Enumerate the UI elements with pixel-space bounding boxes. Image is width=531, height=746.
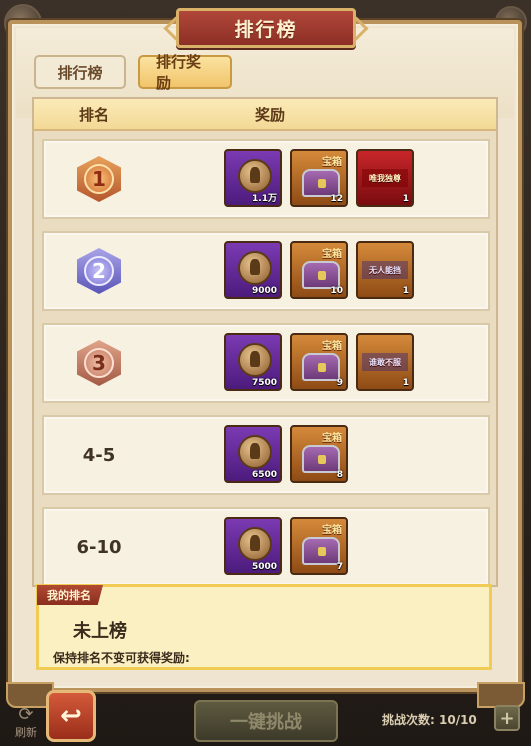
item-count: 7 (336, 562, 343, 572)
refresh-icon: ⟳ (18, 704, 34, 725)
tab-rank-rewards[interactable]: 排行奖励 (138, 53, 232, 92)
table-row: 6-10 5000 宝箱 7 (42, 507, 490, 585)
treasure-chest-icon (302, 537, 340, 565)
coin-reward-item[interactable]: 7500 (224, 333, 282, 391)
header-rank: 排名 (78, 105, 109, 124)
tab-leaderboard[interactable]: 排行榜 (34, 55, 126, 89)
item-count: 7500 (251, 378, 277, 388)
my-rank-hint: 保持排名不变可获得奖励: (53, 651, 190, 665)
coin-reward-item[interactable]: 5000 (224, 517, 282, 575)
reward-items: 6500 宝箱 8 (224, 425, 348, 483)
reward-rows: 1 1.1万 宝箱 12 唯我独尊 1 2 9000 宝箱 10 无人能挡 1 3 7500 宝箱 9 谁敢不服… (42, 139, 490, 585)
rank-cell: 1 (44, 152, 154, 206)
item-count: 1 (402, 286, 409, 296)
chest-label: 宝箱 (322, 157, 342, 168)
reward-items: 9000 宝箱 10 无人能挡 1 (224, 241, 414, 299)
helmet-coin-icon (238, 435, 272, 469)
title-badge: 无人能挡 (362, 261, 408, 279)
gold-medal-icon: 1 (76, 152, 122, 206)
chest-reward-item[interactable]: 宝箱 12 (290, 149, 348, 207)
item-count: 6500 (251, 470, 277, 480)
chest-reward-item[interactable]: 宝箱 8 (290, 425, 348, 483)
rank-number: 3 (84, 348, 114, 378)
helmet-coin-icon (238, 159, 272, 193)
add-attempts-button[interactable]: + (494, 705, 520, 731)
rank-range: 6-10 (76, 536, 122, 558)
rank-cell: 2 (44, 244, 154, 298)
table-row: 4-5 6500 宝箱 8 (42, 415, 490, 495)
silver-medal-icon: 2 (76, 244, 122, 298)
coin-reward-item[interactable]: 1.1万 (224, 149, 282, 207)
item-count: 1 (402, 194, 409, 204)
refresh-label: 刷新 (15, 726, 37, 739)
list-header: 排名 奖励 (34, 99, 496, 131)
my-rank-value: 未上榜 (73, 621, 127, 642)
table-row: 3 7500 宝箱 9 谁敢不服 1 (42, 323, 490, 403)
chest-label: 宝箱 (322, 249, 342, 260)
title-reward-item[interactable]: 谁敢不服 1 (356, 333, 414, 391)
page-title: 排行榜 (234, 18, 298, 41)
chest-reward-item[interactable]: 宝箱 9 (290, 333, 348, 391)
title-banner: 排行榜 (176, 8, 356, 48)
attempts-label: 挑战次数: (382, 713, 435, 727)
treasure-chest-icon (302, 353, 340, 381)
helmet-coin-icon (238, 343, 272, 377)
title-badge: 谁敢不服 (362, 353, 408, 371)
reward-items: 7500 宝箱 9 谁敢不服 1 (224, 333, 414, 391)
item-count: 9 (336, 378, 343, 388)
tab-bar: 排行榜 排行奖励 (34, 53, 232, 92)
reward-items: 1.1万 宝箱 12 唯我独尊 1 (224, 149, 414, 207)
title-reward-item[interactable]: 唯我独尊 1 (356, 149, 414, 207)
item-count: 1 (402, 378, 409, 388)
challenge-attempts: 挑战次数: 10/10 (382, 711, 477, 728)
coin-reward-item[interactable]: 9000 (224, 241, 282, 299)
treasure-chest-icon (302, 445, 340, 473)
bronze-medal-icon: 3 (76, 336, 122, 390)
item-count: 8 (336, 470, 343, 480)
rank-number: 1 (84, 164, 114, 194)
chest-reward-item[interactable]: 宝箱 10 (290, 241, 348, 299)
rank-cell: 3 (44, 336, 154, 390)
my-rank-box: 我的排名 未上榜 保持排名不变可获得奖励: (36, 584, 492, 670)
attempts-value: 10/10 (439, 713, 477, 727)
back-arrow-icon: ↩ (60, 701, 82, 731)
chest-label: 宝箱 (322, 525, 342, 536)
refresh-button[interactable]: ⟳ 刷新 (6, 706, 46, 740)
item-count: 12 (330, 194, 343, 204)
reward-list[interactable]: 排名 奖励 1 1.1万 宝箱 12 唯我独尊 1 2 9000 宝箱 10 无人能挡 1 3 7500 宝… (32, 97, 498, 587)
chest-label: 宝箱 (322, 433, 342, 444)
one-click-challenge-button[interactable]: 一键挑战 (194, 700, 338, 742)
item-count: 5000 (251, 562, 277, 572)
rank-number: 2 (84, 256, 114, 286)
rank-cell: 6-10 (44, 537, 154, 558)
header-reward: 奖励 (254, 105, 285, 124)
rank-cell: 4-5 (44, 445, 154, 466)
my-rank-tag: 我的排名 (37, 585, 103, 605)
helmet-coin-icon (238, 251, 272, 285)
table-row: 1 1.1万 宝箱 12 唯我独尊 1 (42, 139, 490, 219)
coin-reward-item[interactable]: 6500 (224, 425, 282, 483)
title-badge: 唯我独尊 (362, 169, 408, 187)
rank-range: 4-5 (82, 444, 116, 466)
treasure-chest-icon (302, 261, 340, 289)
table-row: 2 9000 宝箱 10 无人能挡 1 (42, 231, 490, 311)
title-reward-item[interactable]: 无人能挡 1 (356, 241, 414, 299)
item-count: 9000 (251, 286, 277, 296)
chest-reward-item[interactable]: 宝箱 7 (290, 517, 348, 575)
chest-label: 宝箱 (322, 341, 342, 352)
item-count: 1.1万 (252, 194, 277, 204)
treasure-chest-icon (302, 169, 340, 197)
reward-items: 5000 宝箱 7 (224, 517, 348, 575)
back-button[interactable]: ↩ (46, 690, 96, 742)
helmet-coin-icon (238, 527, 272, 561)
item-count: 10 (330, 286, 343, 296)
